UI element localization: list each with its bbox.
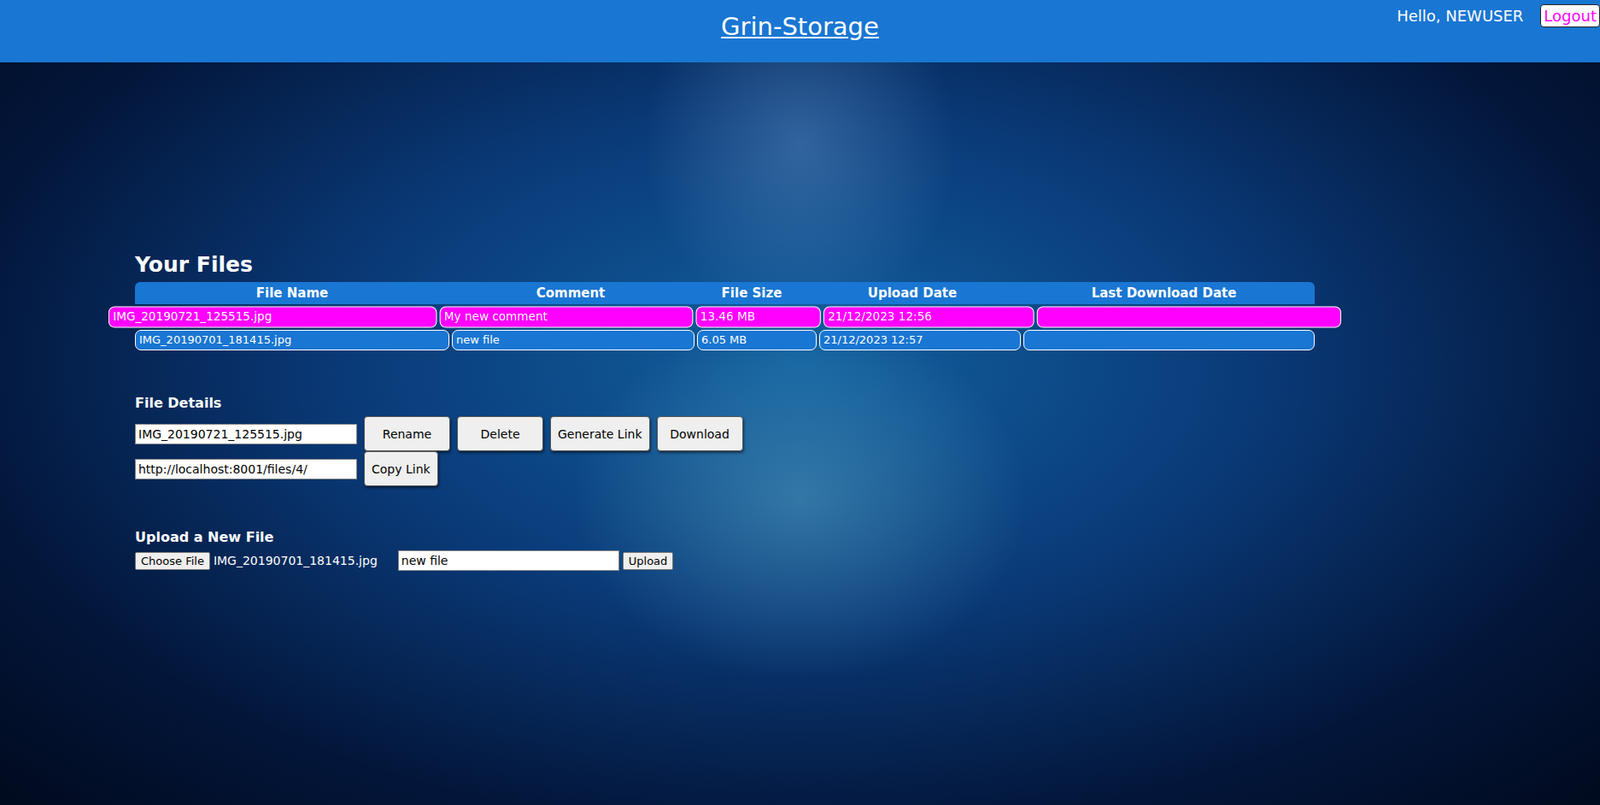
file-name-input[interactable] — [134, 423, 358, 445]
column-header: Comment — [449, 285, 692, 301]
link-row: Copy Link — [134, 451, 1315, 487]
files-title: Your Files — [134, 252, 1315, 277]
table-cell: IMG_20190701_181415.jpg — [134, 329, 450, 351]
upload-title: Upload a New File — [134, 528, 1315, 546]
table-cell: My new comment — [439, 305, 694, 328]
app-title[interactable]: Grin-Storage — [720, 0, 880, 42]
table-cell — [1023, 329, 1315, 351]
action-button[interactable]: Download — [656, 416, 744, 452]
details-title: File Details — [134, 394, 1315, 411]
logout-button[interactable]: Logout — [1540, 4, 1600, 28]
table-cell: 6.05 MB — [697, 329, 817, 351]
table-row[interactable]: IMG_20190701_181415.jpgnew file6.05 MB21… — [134, 329, 1315, 351]
details-row: RenameDeleteGenerate LinkDownload — [134, 416, 1315, 452]
action-button[interactable]: Delete — [457, 416, 544, 452]
copy-link-button[interactable]: Copy Link — [363, 451, 439, 487]
header: Grin-Storage Hello, NEWUSER Logout — [0, 0, 1600, 63]
action-button[interactable]: Rename — [363, 416, 451, 452]
table-cell — [1037, 305, 1342, 328]
column-header: File Name — [134, 285, 450, 301]
files-table: File NameCommentFile SizeUpload DateLast… — [134, 281, 1315, 351]
table-cell: 13.46 MB — [696, 305, 821, 328]
table-cell: 21/12/2023 12:56 — [823, 305, 1035, 328]
action-button[interactable]: Generate Link — [550, 416, 651, 452]
user-area: Hello, NEWUSER Logout — [1396, 0, 1600, 28]
column-header: File Size — [691, 285, 812, 301]
main: Your FilesFile NameCommentFile SizeUploa… — [0, 62, 1315, 605]
table-header: File NameCommentFile SizeUpload DateLast… — [134, 281, 1315, 305]
page: Grin-Storage Hello, NEWUSER Logout Your Fil… — [0, 0, 1600, 805]
greeting: Hello, NEWUSER — [1396, 6, 1524, 25]
column-header: Last Download Date — [1013, 285, 1315, 301]
choose-file-button[interactable]: Choose File — [134, 551, 211, 570]
upload-section: Upload a New File Choose FileIMG_20190701… — [134, 528, 1315, 571]
column-header: Upload Date — [811, 285, 1014, 301]
link-input[interactable] — [134, 458, 358, 480]
upload-row: Choose FileIMG_20190701_181415.jpg Upload — [134, 550, 1315, 571]
file-details: File Details RenameDeleteGenerate LinkDow… — [134, 394, 1315, 487]
table-row[interactable]: IMG_20190721_125515.jpgMy new comment13.… — [108, 305, 1342, 328]
upload-button[interactable]: Upload — [622, 551, 674, 570]
comment-input[interactable] — [398, 550, 620, 571]
table-cell: IMG_20190721_125515.jpg — [108, 305, 438, 328]
table-cell: 21/12/2023 12:57 — [819, 329, 1021, 351]
chosen-file-name: IMG_20190701_181415.jpg — [213, 553, 378, 568]
table-cell: new file — [451, 329, 695, 351]
